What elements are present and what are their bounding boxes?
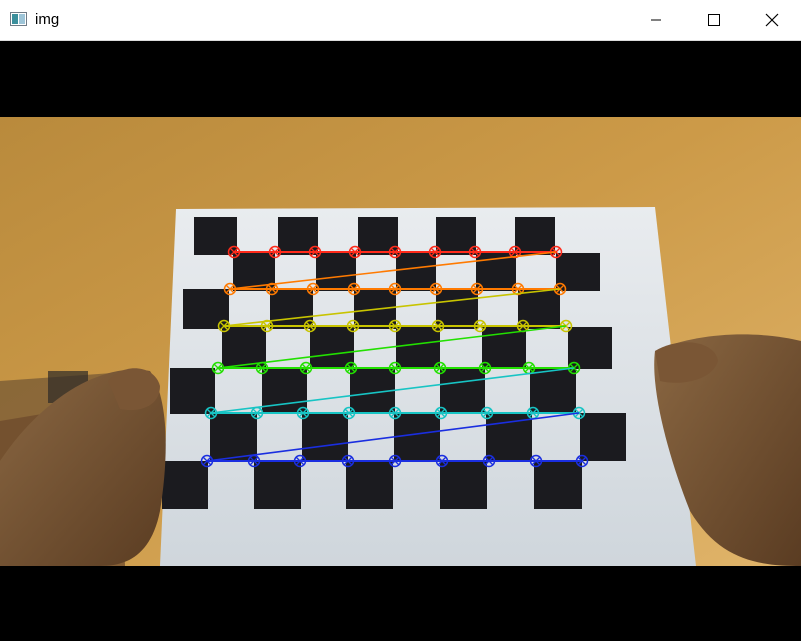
maximize-icon bbox=[708, 14, 720, 26]
window-title: img bbox=[35, 11, 60, 28]
close-icon bbox=[765, 13, 779, 27]
app-icon bbox=[10, 12, 27, 26]
maximize-button[interactable] bbox=[685, 0, 743, 40]
camera-frame bbox=[0, 41, 801, 641]
image-canvas bbox=[0, 41, 801, 641]
minimize-icon bbox=[650, 14, 662, 26]
title-bar[interactable]: img bbox=[0, 0, 801, 41]
minimize-button[interactable] bbox=[627, 0, 685, 40]
close-button[interactable] bbox=[743, 0, 801, 40]
image-window: img bbox=[0, 0, 801, 641]
